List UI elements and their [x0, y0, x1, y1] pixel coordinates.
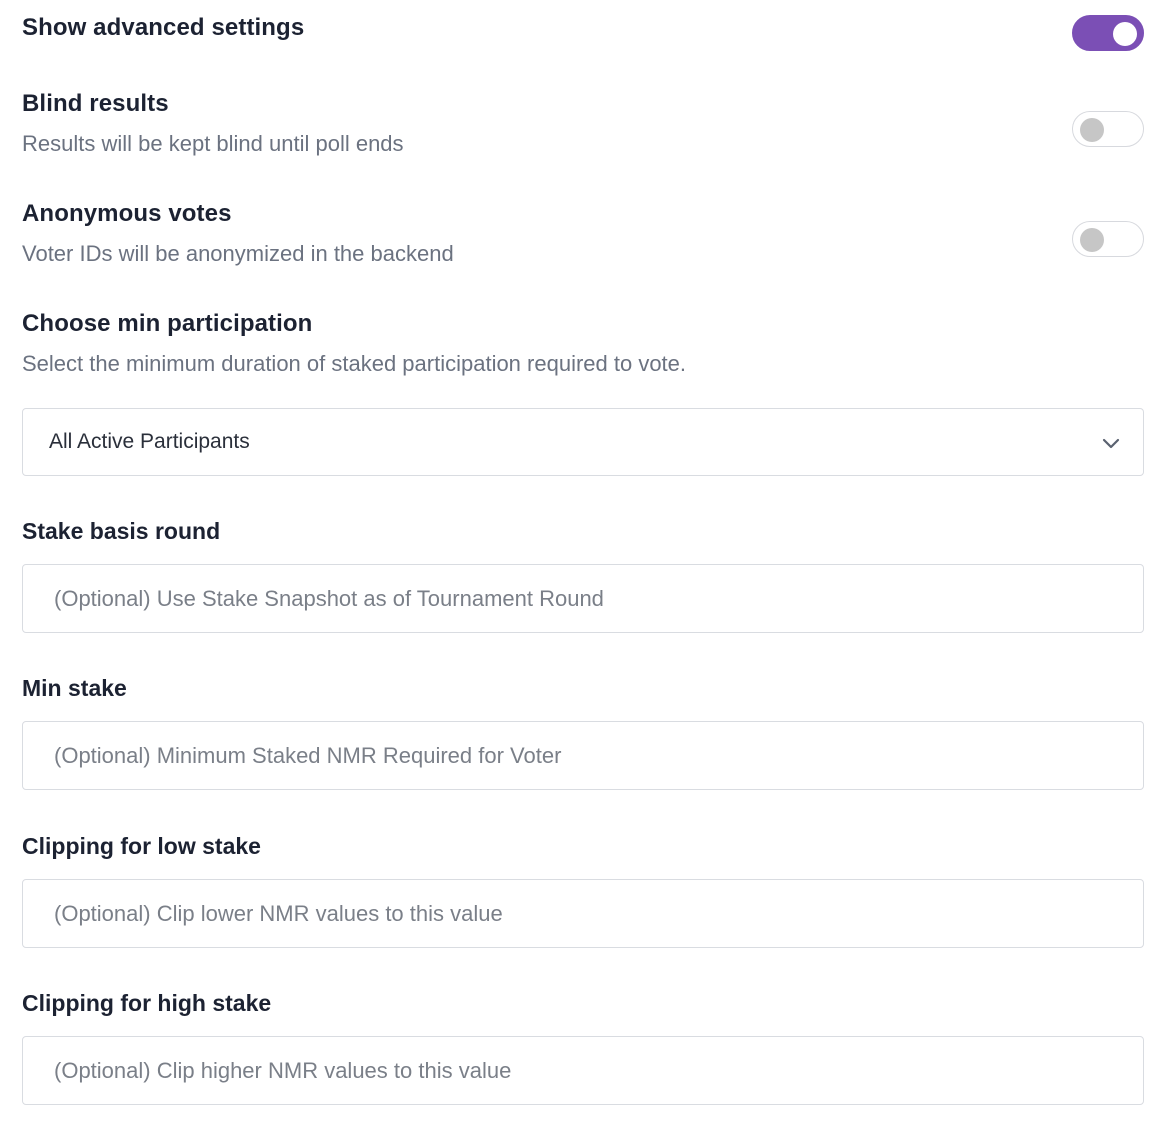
blind-results-toggle[interactable]	[1072, 111, 1144, 147]
stake-basis-round-label: Stake basis round	[22, 518, 221, 544]
clip-low-stake-input[interactable]	[22, 879, 1144, 948]
min-participation-selected-value: All Active Participants	[49, 430, 250, 453]
anonymous-votes-toggle[interactable]	[1072, 221, 1144, 257]
min-participation-description: Select the minimum duration of staked pa…	[22, 351, 687, 376]
clip-high-stake-input[interactable]	[22, 1036, 1144, 1105]
min-stake-label: Min stake	[22, 675, 127, 701]
min-participation-title: Choose min participation	[22, 310, 313, 337]
blind-results-description: Results will be kept blind until poll en…	[22, 131, 404, 156]
stake-basis-round-input[interactable]	[22, 564, 1144, 633]
blind-results-title: Blind results	[22, 90, 169, 117]
advanced-settings-title: Show advanced settings	[22, 14, 305, 41]
min-stake-input[interactable]	[22, 721, 1144, 790]
anonymous-votes-description: Voter IDs will be anonymized in the back…	[22, 241, 454, 266]
chevron-down-icon	[1102, 438, 1120, 449]
min-participation-select[interactable]: All Active Participants	[22, 408, 1144, 476]
advanced-settings-toggle[interactable]	[1072, 15, 1144, 51]
toggle-knob	[1080, 118, 1104, 142]
clip-high-stake-label: Clipping for high stake	[22, 990, 272, 1016]
clip-low-stake-label: Clipping for low stake	[22, 833, 261, 859]
anonymous-votes-title: Anonymous votes	[22, 200, 232, 227]
toggle-knob	[1080, 228, 1104, 252]
toggle-knob	[1113, 22, 1137, 46]
